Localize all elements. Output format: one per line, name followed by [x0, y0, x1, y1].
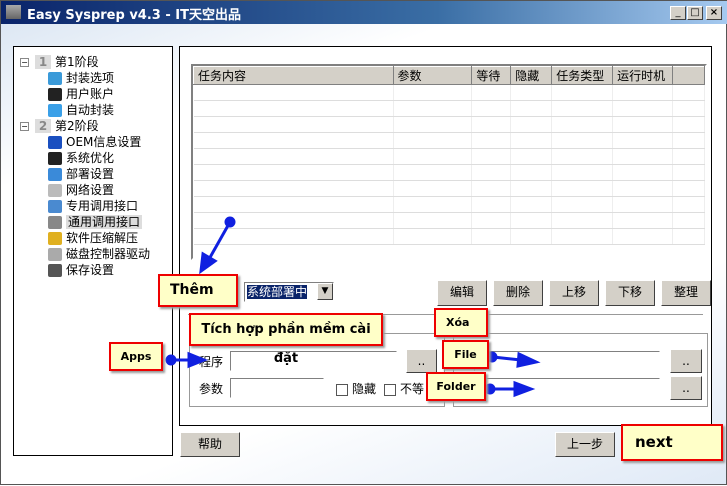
annotation-add: Thêm [158, 274, 238, 307]
annotation-next: next [621, 424, 723, 461]
annotation-arrows [165, 216, 541, 398]
annotation-folder: Folder [426, 372, 486, 401]
arrow-add [206, 221, 232, 262]
main-window: Easy Sysprep v4.3 - IT天空出品 _ □ × −1 第1阶段封… [0, 0, 727, 485]
annotation-file: File [442, 340, 489, 369]
annotation-apps: Apps [109, 342, 163, 371]
annotation-integrate: Tích hợp phần mềm cài đặt [189, 313, 383, 366]
annotation-remove: Xóa [434, 308, 488, 337]
